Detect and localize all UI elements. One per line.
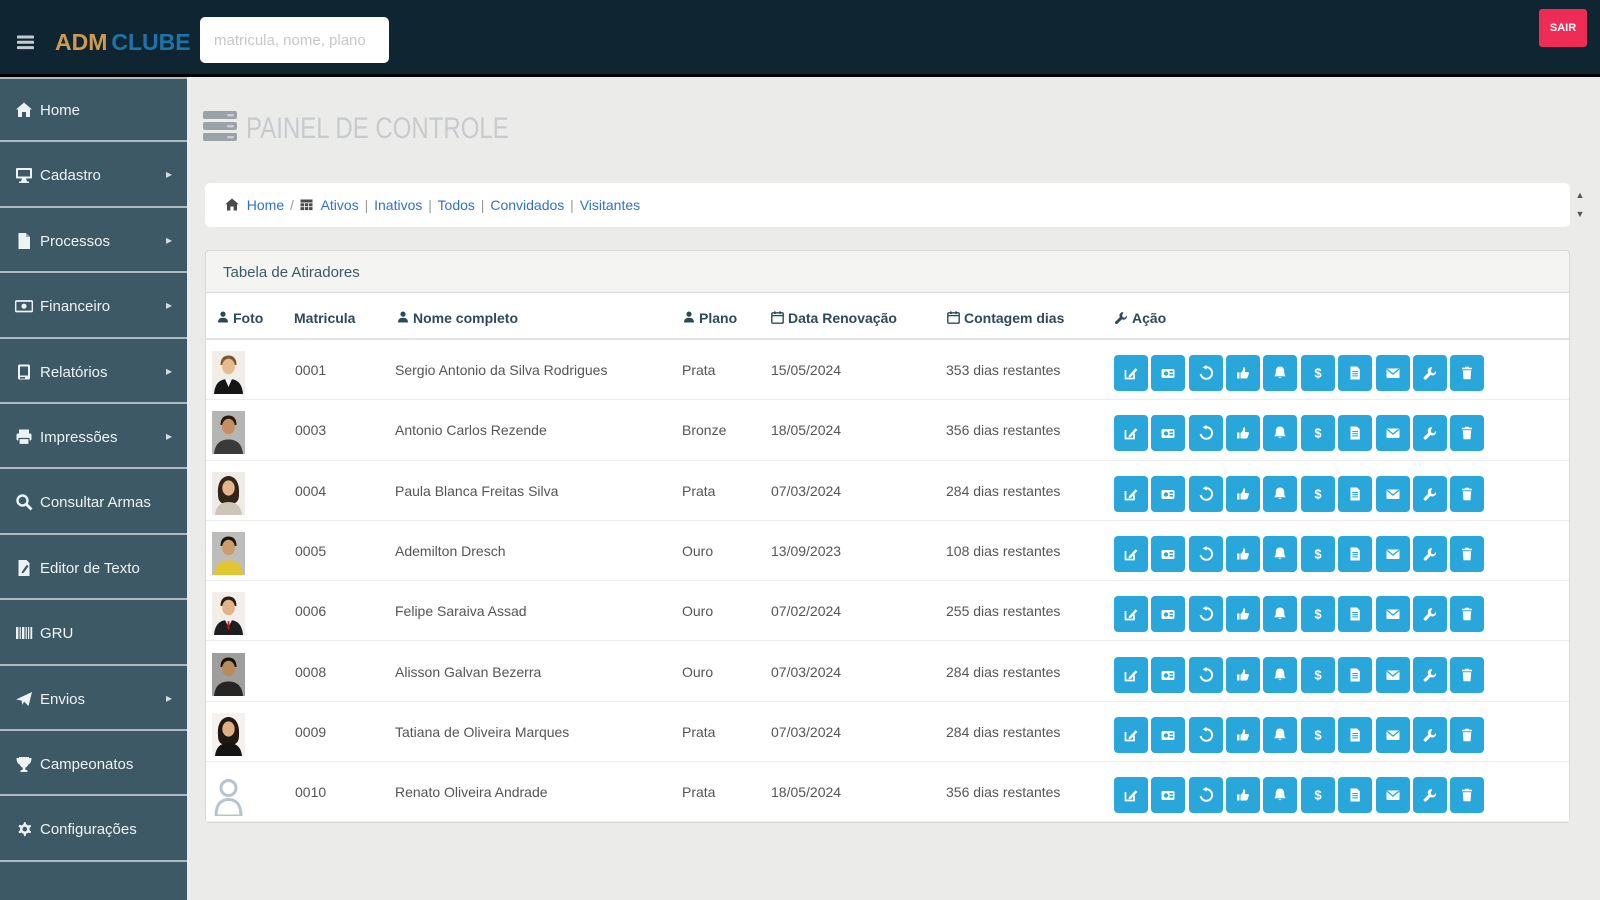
svg-text:$: $ — [1314, 426, 1322, 441]
svg-text:$: $ — [1314, 607, 1322, 622]
svg-text:$: $ — [1314, 667, 1322, 682]
svg-text:$: $ — [1314, 727, 1322, 742]
svg-text:$: $ — [1314, 486, 1322, 501]
svg-text:$: $ — [1314, 546, 1322, 561]
svg-text:$: $ — [1314, 365, 1322, 380]
svg-text:$: $ — [1314, 787, 1322, 802]
